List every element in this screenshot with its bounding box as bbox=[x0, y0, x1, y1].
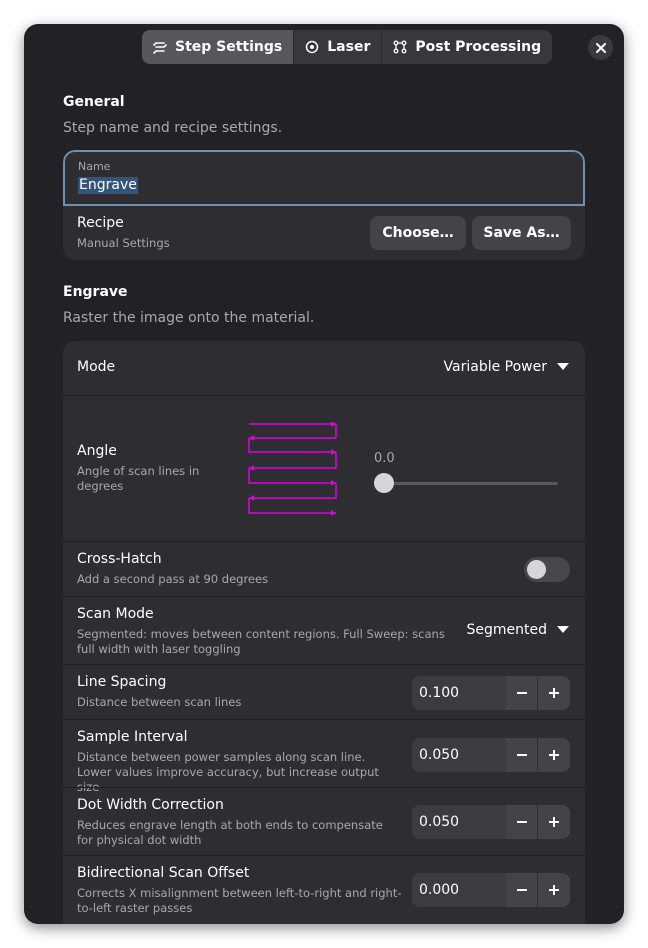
line-spacing-subtitle: Distance between scan lines bbox=[77, 695, 242, 709]
recipe-row: Recipe Manual Settings Choose… Save As… bbox=[63, 206, 585, 260]
increment-button[interactable] bbox=[538, 873, 570, 907]
tab-label: Step Settings bbox=[175, 39, 283, 55]
bidi-offset-title: Bidirectional Scan Offset bbox=[77, 865, 250, 881]
increment-button[interactable] bbox=[538, 676, 570, 710]
cross-hatch-title: Cross-Hatch bbox=[77, 551, 162, 567]
cross-hatch-row: Cross-Hatch Add a second pass at 90 degr… bbox=[63, 541, 585, 596]
choose-recipe-button[interactable]: Choose… bbox=[370, 216, 466, 250]
tab-label: Post Processing bbox=[415, 39, 542, 55]
scan-mode-title: Scan Mode bbox=[77, 606, 154, 622]
dot-width-title: Dot Width Correction bbox=[77, 797, 224, 813]
angle-subtitle: Angle of scan lines in degrees bbox=[77, 464, 200, 493]
plus-icon bbox=[549, 750, 559, 760]
decrement-button[interactable] bbox=[506, 738, 538, 772]
step-settings-dialog: Step Settings Laser Post Processing Gene… bbox=[24, 24, 624, 924]
target-icon bbox=[306, 40, 319, 54]
scan-mode-dropdown[interactable]: Segmented bbox=[466, 622, 569, 638]
angle-title: Angle bbox=[77, 443, 117, 459]
save-as-recipe-button[interactable]: Save As… bbox=[472, 216, 571, 250]
engrave-heading: Engrave bbox=[63, 284, 128, 300]
minus-icon bbox=[516, 754, 527, 756]
tab-switcher: Step Settings Laser Post Processing bbox=[142, 30, 553, 64]
mode-title: Mode bbox=[77, 359, 116, 375]
minus-icon bbox=[516, 821, 527, 823]
decrement-button[interactable] bbox=[506, 805, 538, 839]
dot-width-input[interactable]: 0.050 bbox=[419, 805, 509, 839]
engrave-description: Raster the image onto the material. bbox=[63, 310, 315, 326]
general-card: Name Engrave Recipe Manual Settings Choo… bbox=[63, 150, 585, 260]
engrave-card: Mode Variable Power Angle Angle of scan … bbox=[63, 341, 585, 924]
sample-interval-input[interactable]: 0.050 bbox=[419, 738, 509, 772]
line-spacing-title: Line Spacing bbox=[77, 674, 167, 690]
angle-value: 0.0 bbox=[374, 451, 395, 466]
decrement-button[interactable] bbox=[506, 873, 538, 907]
sample-interval-row: Sample Interval Distance between power s… bbox=[63, 719, 585, 794]
line-spacing-input[interactable]: 0.100 bbox=[419, 676, 509, 710]
tab-label: Laser bbox=[327, 39, 371, 55]
dot-width-row: Dot Width Correction Reduces engrave len… bbox=[63, 787, 585, 855]
chevron-down-icon bbox=[557, 626, 569, 633]
tab-post-processing[interactable]: Post Processing bbox=[382, 30, 552, 64]
sample-interval-spinbutton: 0.050 bbox=[412, 738, 570, 772]
bidi-offset-subtitle: Corrects X misalignment between left-to-… bbox=[77, 886, 402, 915]
scan-mode-row: Scan Mode Segmented: moves between conte… bbox=[63, 596, 585, 664]
line-spacing-row: Line Spacing Distance between scan lines… bbox=[63, 664, 585, 719]
recipe-subtitle: Manual Settings bbox=[77, 236, 170, 250]
bidi-offset-input[interactable]: 0.000 bbox=[419, 873, 509, 907]
increment-button[interactable] bbox=[538, 805, 570, 839]
increment-button[interactable] bbox=[538, 738, 570, 772]
plus-icon bbox=[549, 688, 559, 698]
minus-icon bbox=[516, 692, 527, 694]
workflow-icon bbox=[393, 40, 407, 54]
scan-pattern-preview bbox=[248, 422, 337, 516]
dot-width-spinbutton: 0.050 bbox=[412, 805, 570, 839]
cross-hatch-subtitle: Add a second pass at 90 degrees bbox=[77, 572, 269, 586]
mode-row: Mode Variable Power bbox=[63, 341, 585, 395]
name-field-value[interactable]: Engrave bbox=[78, 177, 138, 194]
plus-icon bbox=[549, 817, 559, 827]
tab-step-settings[interactable]: Step Settings bbox=[142, 30, 295, 64]
close-button[interactable] bbox=[588, 35, 613, 60]
general-heading: General bbox=[63, 94, 125, 110]
chevron-down-icon bbox=[557, 363, 569, 370]
angle-slider-track[interactable] bbox=[374, 482, 558, 485]
scan-mode-value: Segmented bbox=[466, 622, 548, 638]
toggle-knob bbox=[527, 560, 546, 579]
sample-interval-title: Sample Interval bbox=[77, 729, 188, 745]
dot-width-subtitle: Reduces engrave length at both ends to c… bbox=[77, 818, 383, 847]
angle-row: Angle Angle of scan lines in degrees 0.0 bbox=[63, 395, 585, 541]
cross-hatch-toggle[interactable] bbox=[524, 557, 570, 582]
mode-value: Variable Power bbox=[443, 359, 547, 375]
name-field-label: Name bbox=[78, 160, 111, 173]
minus-icon bbox=[516, 889, 527, 891]
line-spacing-spinbutton: 0.100 bbox=[412, 676, 570, 710]
recipe-title: Recipe bbox=[77, 215, 124, 231]
decrement-button[interactable] bbox=[506, 676, 538, 710]
scan-mode-subtitle: Segmented: moves between content regions… bbox=[77, 627, 445, 656]
bidi-offset-spinbutton: 0.000 bbox=[412, 873, 570, 907]
mode-dropdown[interactable]: Variable Power bbox=[444, 359, 569, 375]
close-icon bbox=[595, 42, 606, 53]
bidi-offset-row: Bidirectional Scan Offset Corrects X mis… bbox=[63, 855, 585, 924]
tab-laser[interactable]: Laser bbox=[294, 30, 383, 64]
angle-slider-handle[interactable] bbox=[374, 473, 394, 493]
sliders-icon bbox=[153, 42, 167, 54]
general-description: Step name and recipe settings. bbox=[63, 120, 283, 136]
name-field[interactable]: Name Engrave bbox=[63, 150, 585, 206]
plus-icon bbox=[549, 885, 559, 895]
